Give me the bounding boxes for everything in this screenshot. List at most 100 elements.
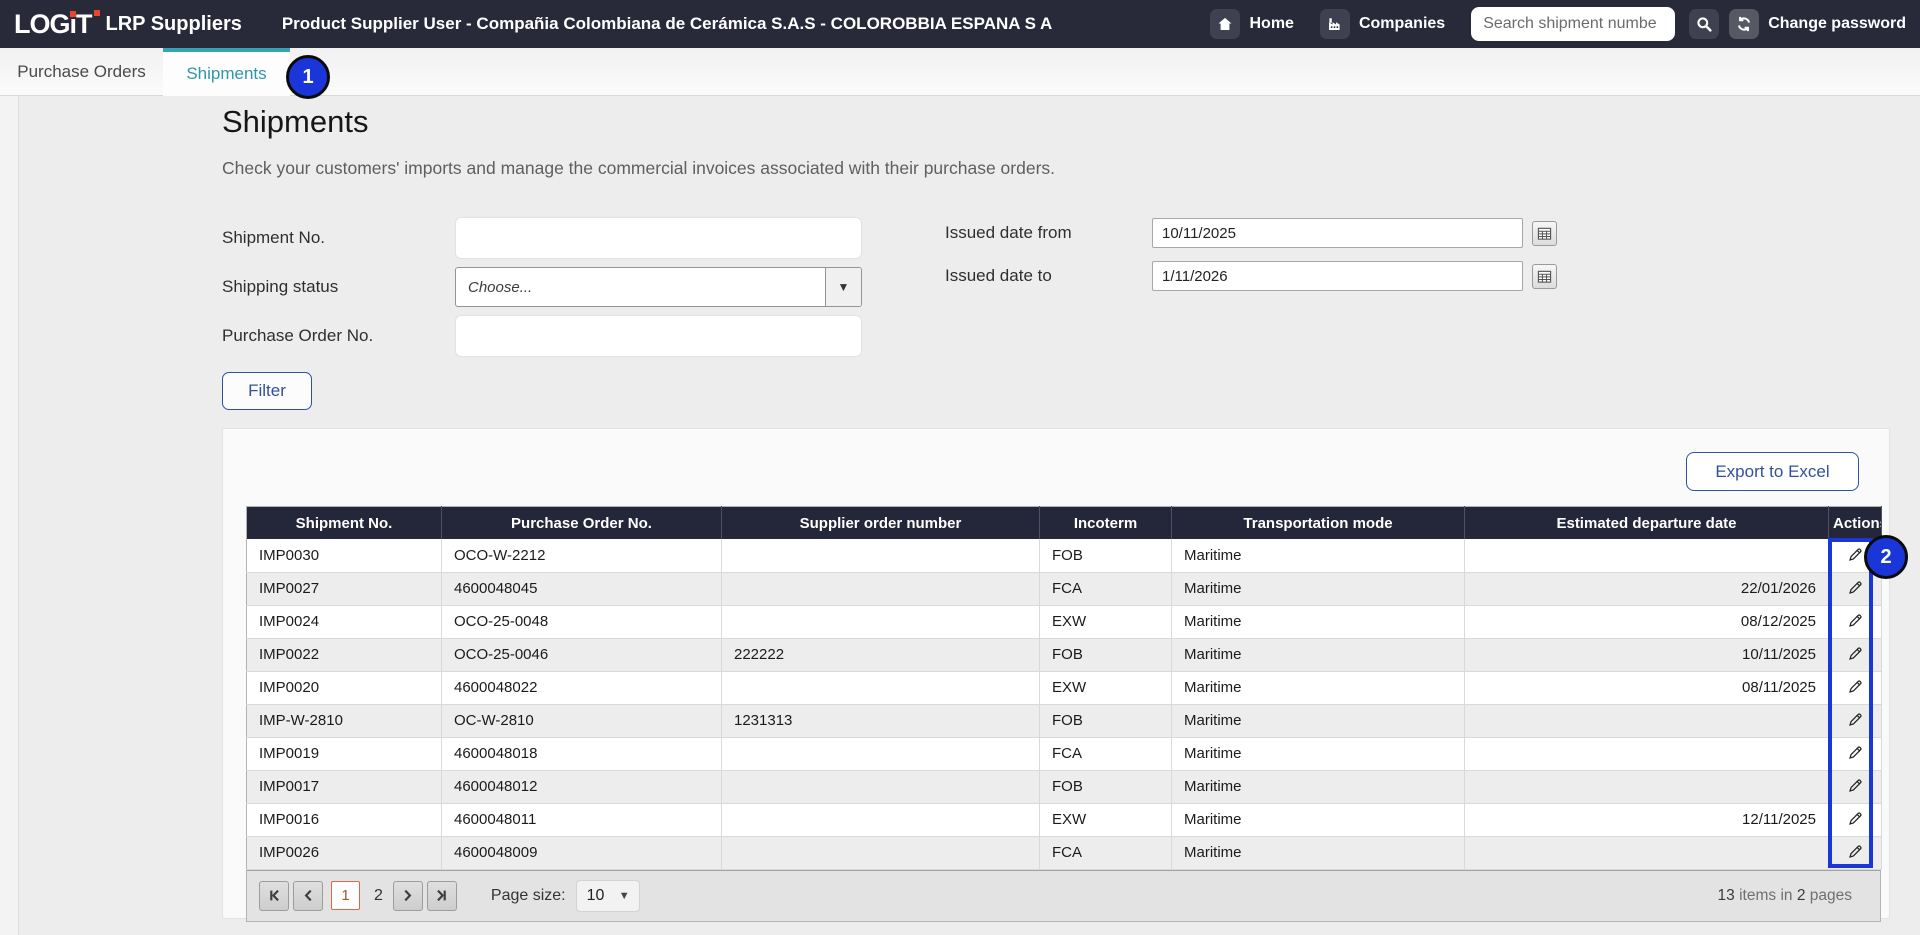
search-button[interactable] [1689,9,1719,39]
cell-purchase-order-no: OC-W-2810 [442,704,722,737]
last-page-icon [434,888,449,903]
purchase-order-input[interactable] [455,315,862,357]
cell-purchase-order-no: 4600048045 [442,572,722,605]
cell-actions [1829,803,1882,836]
grid-header-row: Shipment No. Purchase Order No. Supplier… [247,507,1882,540]
shipment-no-input[interactable] [455,217,862,259]
cell-estimated-departure-date: 12/11/2025 [1465,803,1829,836]
issued-date-from-calendar-button[interactable] [1532,221,1557,246]
pencil-icon [1847,777,1864,794]
edit-shipment-button[interactable] [1843,676,1868,697]
shipments-grid: Shipment No. Purchase Order No. Supplier… [246,506,1881,922]
cell-transportation-mode: Maritime [1172,836,1465,869]
export-to-excel-button[interactable]: Export to Excel [1686,452,1859,491]
issued-date-to-input[interactable] [1152,261,1523,291]
pencil-icon [1847,612,1864,629]
pencil-icon [1847,678,1864,695]
cell-supplier-order-number [722,737,1040,770]
cell-shipment-no: IMP0016 [247,803,442,836]
app-name: LRP Suppliers [106,13,242,36]
cell-incoterm: FOB [1040,638,1172,671]
pencil-icon [1847,645,1864,662]
next-page-button[interactable] [393,881,423,911]
cell-shipment-no: IMP0022 [247,638,442,671]
table-row: IMP0022 OCO-25-0046 222222 FOB Maritime … [247,638,1882,671]
cell-incoterm: FOB [1040,704,1172,737]
table-row: IMP0016 4600048011 EXW Maritime 12/11/20… [247,803,1882,836]
content-left-divider [0,96,19,935]
cell-supplier-order-number [722,572,1040,605]
cell-incoterm: FOB [1040,539,1172,572]
cell-purchase-order-no: 4600048011 [442,803,722,836]
cell-transportation-mode: Maritime [1172,803,1465,836]
cell-transportation-mode: Maritime [1172,572,1465,605]
issued-date-from-input[interactable] [1152,218,1523,248]
cell-supplier-order-number [722,836,1040,869]
cell-estimated-departure-date: 10/11/2025 [1465,638,1829,671]
items-count: 13 [1718,887,1735,904]
calendar-icon [1537,226,1552,241]
pencil-icon [1847,810,1864,827]
shipments-panel: Export to Excel Shipment No. Purchase Or… [222,428,1890,919]
table-row: IMP0017 4600048012 FOB Maritime [247,770,1882,803]
logo-text-t: T [76,9,92,40]
change-password[interactable]: Change password [1729,9,1906,39]
previous-page-button[interactable] [293,881,323,911]
current-page-indicator[interactable]: 1 [331,881,360,910]
edit-shipment-button[interactable] [1843,610,1868,631]
companies-icon [1320,9,1350,39]
cell-estimated-departure-date [1465,737,1829,770]
chevron-down-icon: ▼ [825,268,861,306]
filter-form-left: Shipment No. Shipping status Choose... ▼… [222,217,882,365]
cell-actions [1829,572,1882,605]
tab-shipments[interactable]: Shipments [163,48,290,96]
col-header-estimated-departure-date: Estimated departure date [1465,507,1829,540]
annotation-step-1: 1 [286,55,330,99]
cell-incoterm: EXW [1040,671,1172,704]
edit-shipment-button[interactable] [1843,841,1868,862]
col-header-shipment-no: Shipment No. [247,507,442,540]
page-size-select[interactable]: 10 ▼ [576,880,640,912]
filter-form-right: Issued date from Issued date to [945,218,1605,304]
edit-shipment-button[interactable] [1843,709,1868,730]
shipping-status-value: Choose... [456,279,825,296]
cell-purchase-order-no: 4600048009 [442,836,722,869]
nav-home[interactable]: Home [1210,9,1293,39]
cell-supplier-order-number: 1231313 [722,704,1040,737]
last-page-button[interactable] [427,881,457,911]
cell-actions [1829,638,1882,671]
table-row: IMP0026 4600048009 FCA Maritime [247,836,1882,869]
pencil-icon [1847,546,1864,563]
cell-shipment-no: IMP0020 [247,671,442,704]
chevron-right-icon [400,888,415,903]
logo-text: LOG [14,9,70,40]
first-page-button[interactable] [259,881,289,911]
filter-button[interactable]: Filter [222,372,312,410]
cell-incoterm: FCA [1040,737,1172,770]
top-bar: LOGıT LRP Suppliers Product Supplier Use… [0,0,1920,48]
tab-purchase-orders[interactable]: Purchase Orders [0,48,163,96]
issued-date-to-calendar-button[interactable] [1532,264,1557,289]
logit-logo[interactable]: LOGıT [14,9,92,40]
context-title: Product Supplier User - Compañia Colombi… [282,14,1052,34]
cell-purchase-order-no: 4600048022 [442,671,722,704]
col-header-transportation-mode: Transportation mode [1172,507,1465,540]
cell-estimated-departure-date: 08/11/2025 [1465,671,1829,704]
table-row: IMP0030 OCO-W-2212 FOB Maritime [247,539,1882,572]
edit-shipment-button[interactable] [1843,643,1868,664]
home-icon [1210,9,1240,39]
edit-shipment-button[interactable] [1843,808,1868,829]
pagination-summary: 13 items in 2 pages [1718,887,1852,905]
page-2-link[interactable]: 2 [374,887,383,905]
shipping-status-select[interactable]: Choose... ▼ [455,267,862,307]
edit-shipment-button[interactable] [1843,577,1868,598]
nav-companies[interactable]: Companies [1320,9,1445,39]
cell-transportation-mode: Maritime [1172,605,1465,638]
search-input[interactable] [1471,7,1675,41]
edit-shipment-button[interactable] [1843,742,1868,763]
annotation-step-2: 2 [1864,535,1908,579]
cell-shipment-no: IMP0026 [247,836,442,869]
cell-purchase-order-no: 4600048018 [442,737,722,770]
issued-date-from-label: Issued date from [945,223,1152,243]
edit-shipment-button[interactable] [1843,775,1868,796]
